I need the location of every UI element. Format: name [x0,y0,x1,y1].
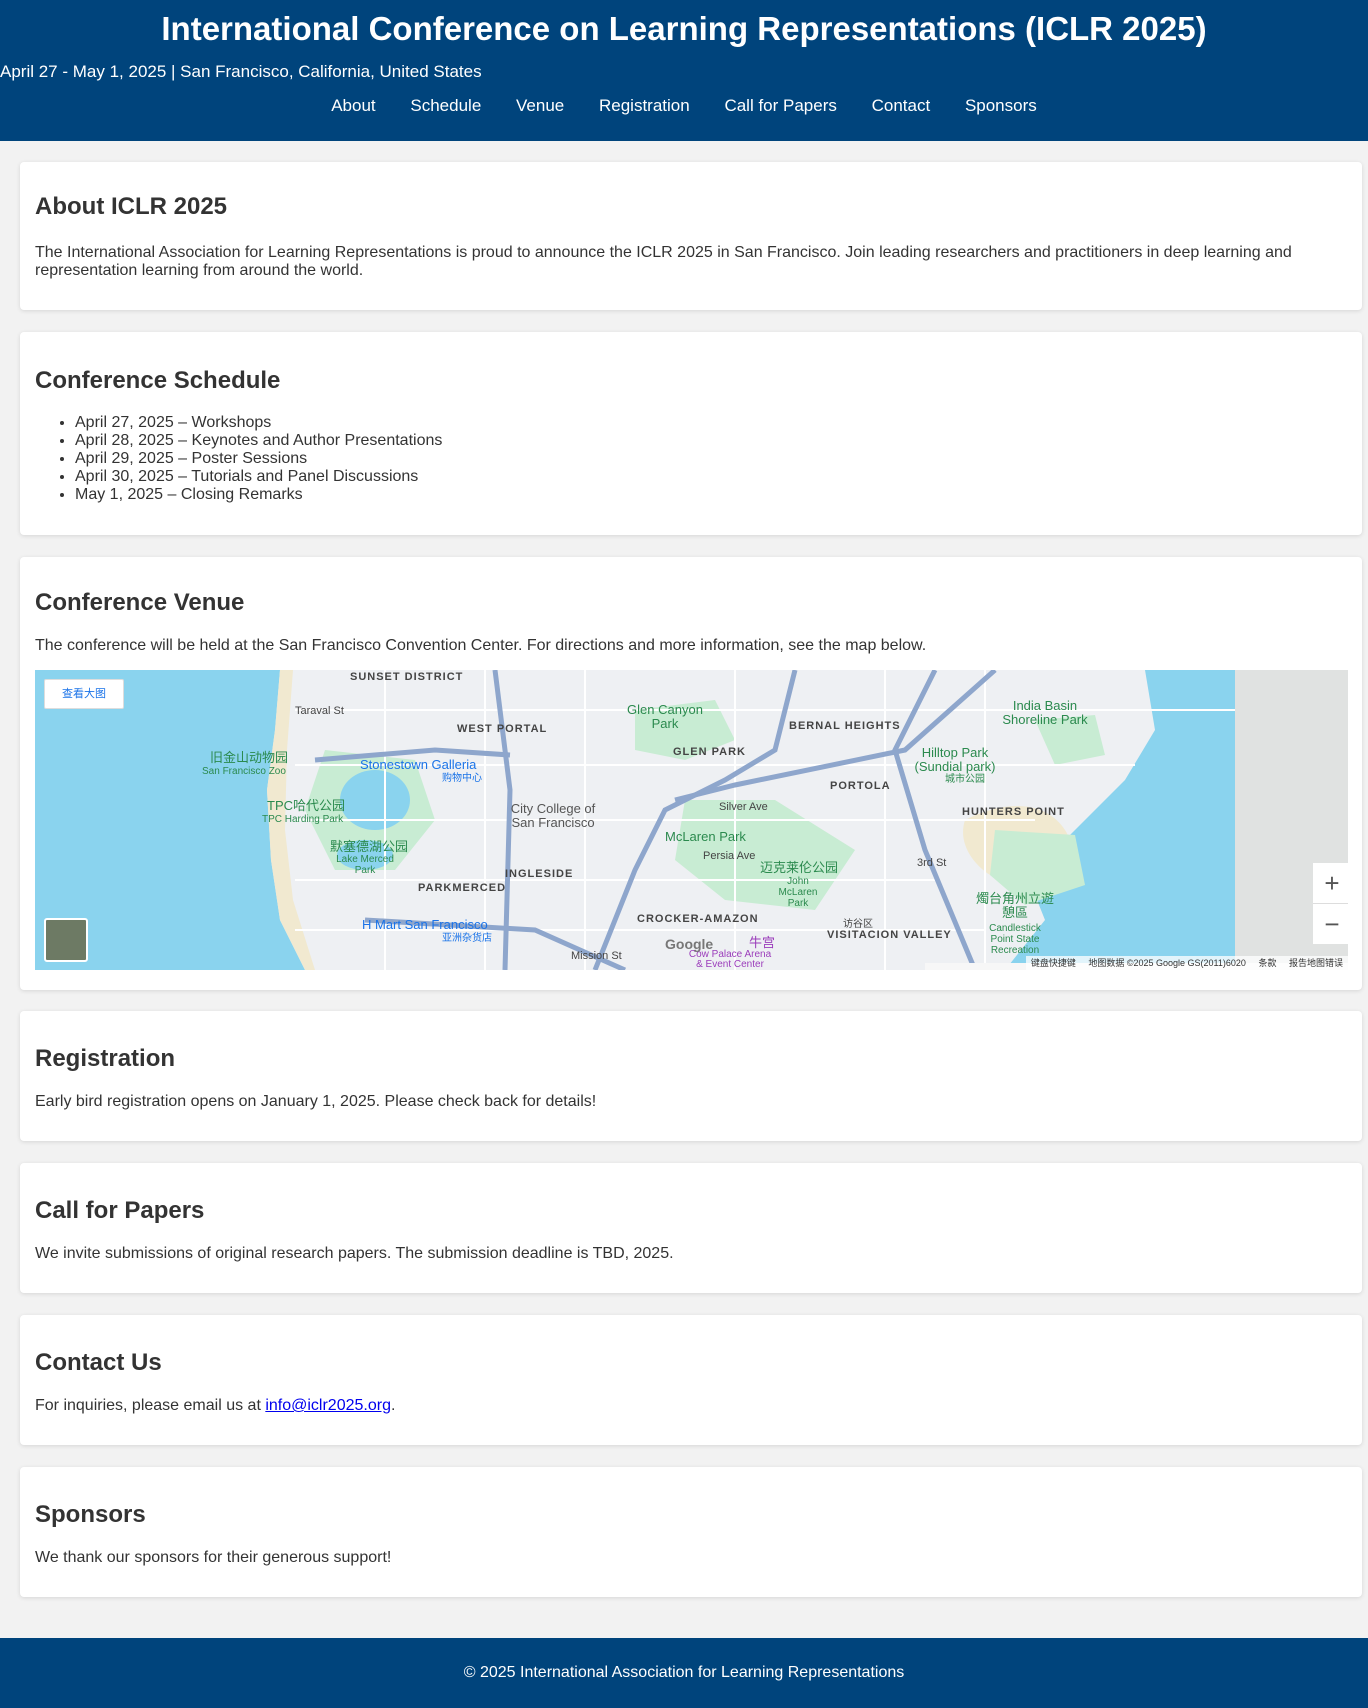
map-label-poi: Stonestown Galleria [360,757,477,772]
map-label-street: 3rd St [917,857,947,869]
nav-venue[interactable]: Venue [516,96,564,115]
map-label-park: McLaren Park [665,829,746,844]
about-text: The International Association for Learni… [35,244,1292,279]
nav-schedule[interactable]: Schedule [410,96,481,115]
contact-heading: Contact Us [35,1349,162,1376]
nav-sponsors[interactable]: Sponsors [965,96,1037,115]
map-label-park: 燭台角州立遊憩區 [975,891,1054,920]
map-label-street: Persia Ave [703,850,756,862]
contact-text-suffix: . [390,1397,396,1414]
schedule-item: May 1, 2025 – Closing Remarks [75,486,442,504]
map-label-street: Silver Ave [719,801,768,813]
map-label-district: WEST PORTAL [457,723,548,735]
google-logo: Google [665,936,714,952]
main-nav: About Schedule Venue Registration Call f… [0,95,1368,117]
map-data-attribution: 地图数据 ©2025 Google GS(2011)6020 [1088,958,1246,968]
venue-section: Conference Venue The conference will be … [20,557,1362,990]
schedule-item: April 30, 2025 – Tutorials and Panel Dis… [75,468,442,486]
about-heading: About ICLR 2025 [35,193,228,220]
map-label-park: 迈克莱伦公园 [760,860,839,875]
zoom-out-button[interactable]: − [1313,904,1348,944]
sponsors-text: We thank our sponsors for their generous… [35,1549,392,1566]
registration-text: Early bird registration opens on January… [35,1093,597,1110]
report-map-error-link[interactable]: 报告地图错误 [1284,958,1348,968]
nav-contact[interactable]: Contact [872,96,931,115]
satellite-toggle-button[interactable] [44,918,88,962]
sponsors-heading: Sponsors [35,1501,146,1528]
site-footer: © 2025 International Association for Lea… [0,1638,1368,1708]
contact-text: For inquiries, please email us at info@i… [35,1397,1335,1415]
schedule-item: April 28, 2025 – Keynotes and Author Pre… [75,432,442,450]
venue-heading: Conference Venue [35,589,245,616]
contact-section: Contact Us For inquiries, please email u… [20,1315,1362,1445]
nav-call-for-papers[interactable]: Call for Papers [724,96,836,115]
registration-heading: Registration [35,1045,176,1072]
map-label-district: PORTOLA [830,780,891,792]
map-label-park: TPC Harding Park [262,814,344,825]
map-label-poi: H Mart San Francisco [362,917,488,932]
nav-about[interactable]: About [331,96,375,115]
schedule-item: April 27, 2025 – Workshops [75,414,442,432]
map-label-poi: San Francisco Zoo [202,766,286,777]
map-label-poi: Cow Palace Arena & Event Center [688,949,772,970]
schedule-heading: Conference Schedule [35,367,281,394]
map-label-park: 城市公园 [945,774,985,785]
site-header: International Conference on Learning Rep… [0,0,1368,141]
terms-link[interactable]: 条款 [1253,958,1281,968]
map-label-poi: City College of San Francisco [510,801,596,830]
map-label-district: CROCKER-AMAZON [637,913,759,925]
about-section: About ICLR 2025 The International Associ… [20,162,1362,310]
map-label-park: India Basin Shoreline Park [1002,698,1088,727]
map-label-park: Candlestick Point State Recreation [989,923,1041,956]
view-larger-map-button[interactable]: 查看大图 [44,679,124,709]
map-label-poi: 亚洲杂货店 [442,933,492,944]
map-label-park: Glen Canyon Park [627,702,703,731]
schedule-list: April 27, 2025 – Workshops April 28, 202… [35,414,442,504]
contact-email-link[interactable]: info@iclr2025.org [265,1397,391,1414]
registration-section: Registration Early bird registration ope… [20,1011,1362,1141]
map-label-district: HUNTERS POINT [962,806,1065,818]
venue-text: The conference will be held at the San F… [35,637,927,654]
map-label-park: TPC哈代公园 [267,798,346,813]
map-label-district: GLEN PARK [673,746,746,758]
footer-copyright: © 2025 International Association for Lea… [463,1664,905,1681]
venue-map[interactable]: 查看大图 SUNSET DISTRICT WEST PORTAL GLEN PA… [35,670,1348,970]
map-label-street: Mission St [571,950,622,962]
map-label-poi: 牛宫 [749,935,776,950]
map-label-park: 默塞德湖公园 [330,839,409,854]
call-for-papers-text: We invite submissions of original resear… [35,1245,674,1262]
contact-text-prefix: For inquiries, please email us at [35,1397,266,1414]
map-label-poi: 旧金山动物园 [210,750,289,765]
keyboard-shortcuts-link[interactable]: 键盘快捷键 [1026,958,1081,968]
map-label-district: BERNAL HEIGHTS [789,720,901,732]
schedule-section: Conference Schedule April 27, 2025 – Wor… [20,332,1362,535]
map-label-district: PARKMERCED [418,882,507,894]
map-attribution-bar: 键盘快捷键 地图数据 ©2025 Google GS(2011)6020 条款 … [1025,956,1348,970]
map-label-street: Taraval St [295,705,344,717]
page-title: International Conference on Learning Rep… [161,10,1207,47]
zoom-in-button[interactable]: + [1313,863,1348,904]
nav-registration[interactable]: Registration [599,96,690,115]
map-label-poi: 访谷区 [843,919,873,930]
call-for-papers-section: Call for Papers We invite submissions of… [20,1163,1362,1293]
map-label-park: John McLaren Park [778,876,818,909]
schedule-item: April 29, 2025 – Poster Sessions [75,450,442,468]
map-label-park: Lake Merced Park [336,854,394,876]
sponsors-section: Sponsors We thank our sponsors for their… [20,1467,1362,1597]
map-label-district: INGLESIDE [505,868,574,880]
event-dates-location: April 27 - May 1, 2025 | San Francisco, … [0,62,482,81]
call-for-papers-heading: Call for Papers [35,1197,205,1224]
map-label-district: SUNSET DISTRICT [350,671,464,683]
map-label-poi: 购物中心 [442,773,482,784]
map-label-park: Hilltop Park (Sundial park) [914,745,996,774]
